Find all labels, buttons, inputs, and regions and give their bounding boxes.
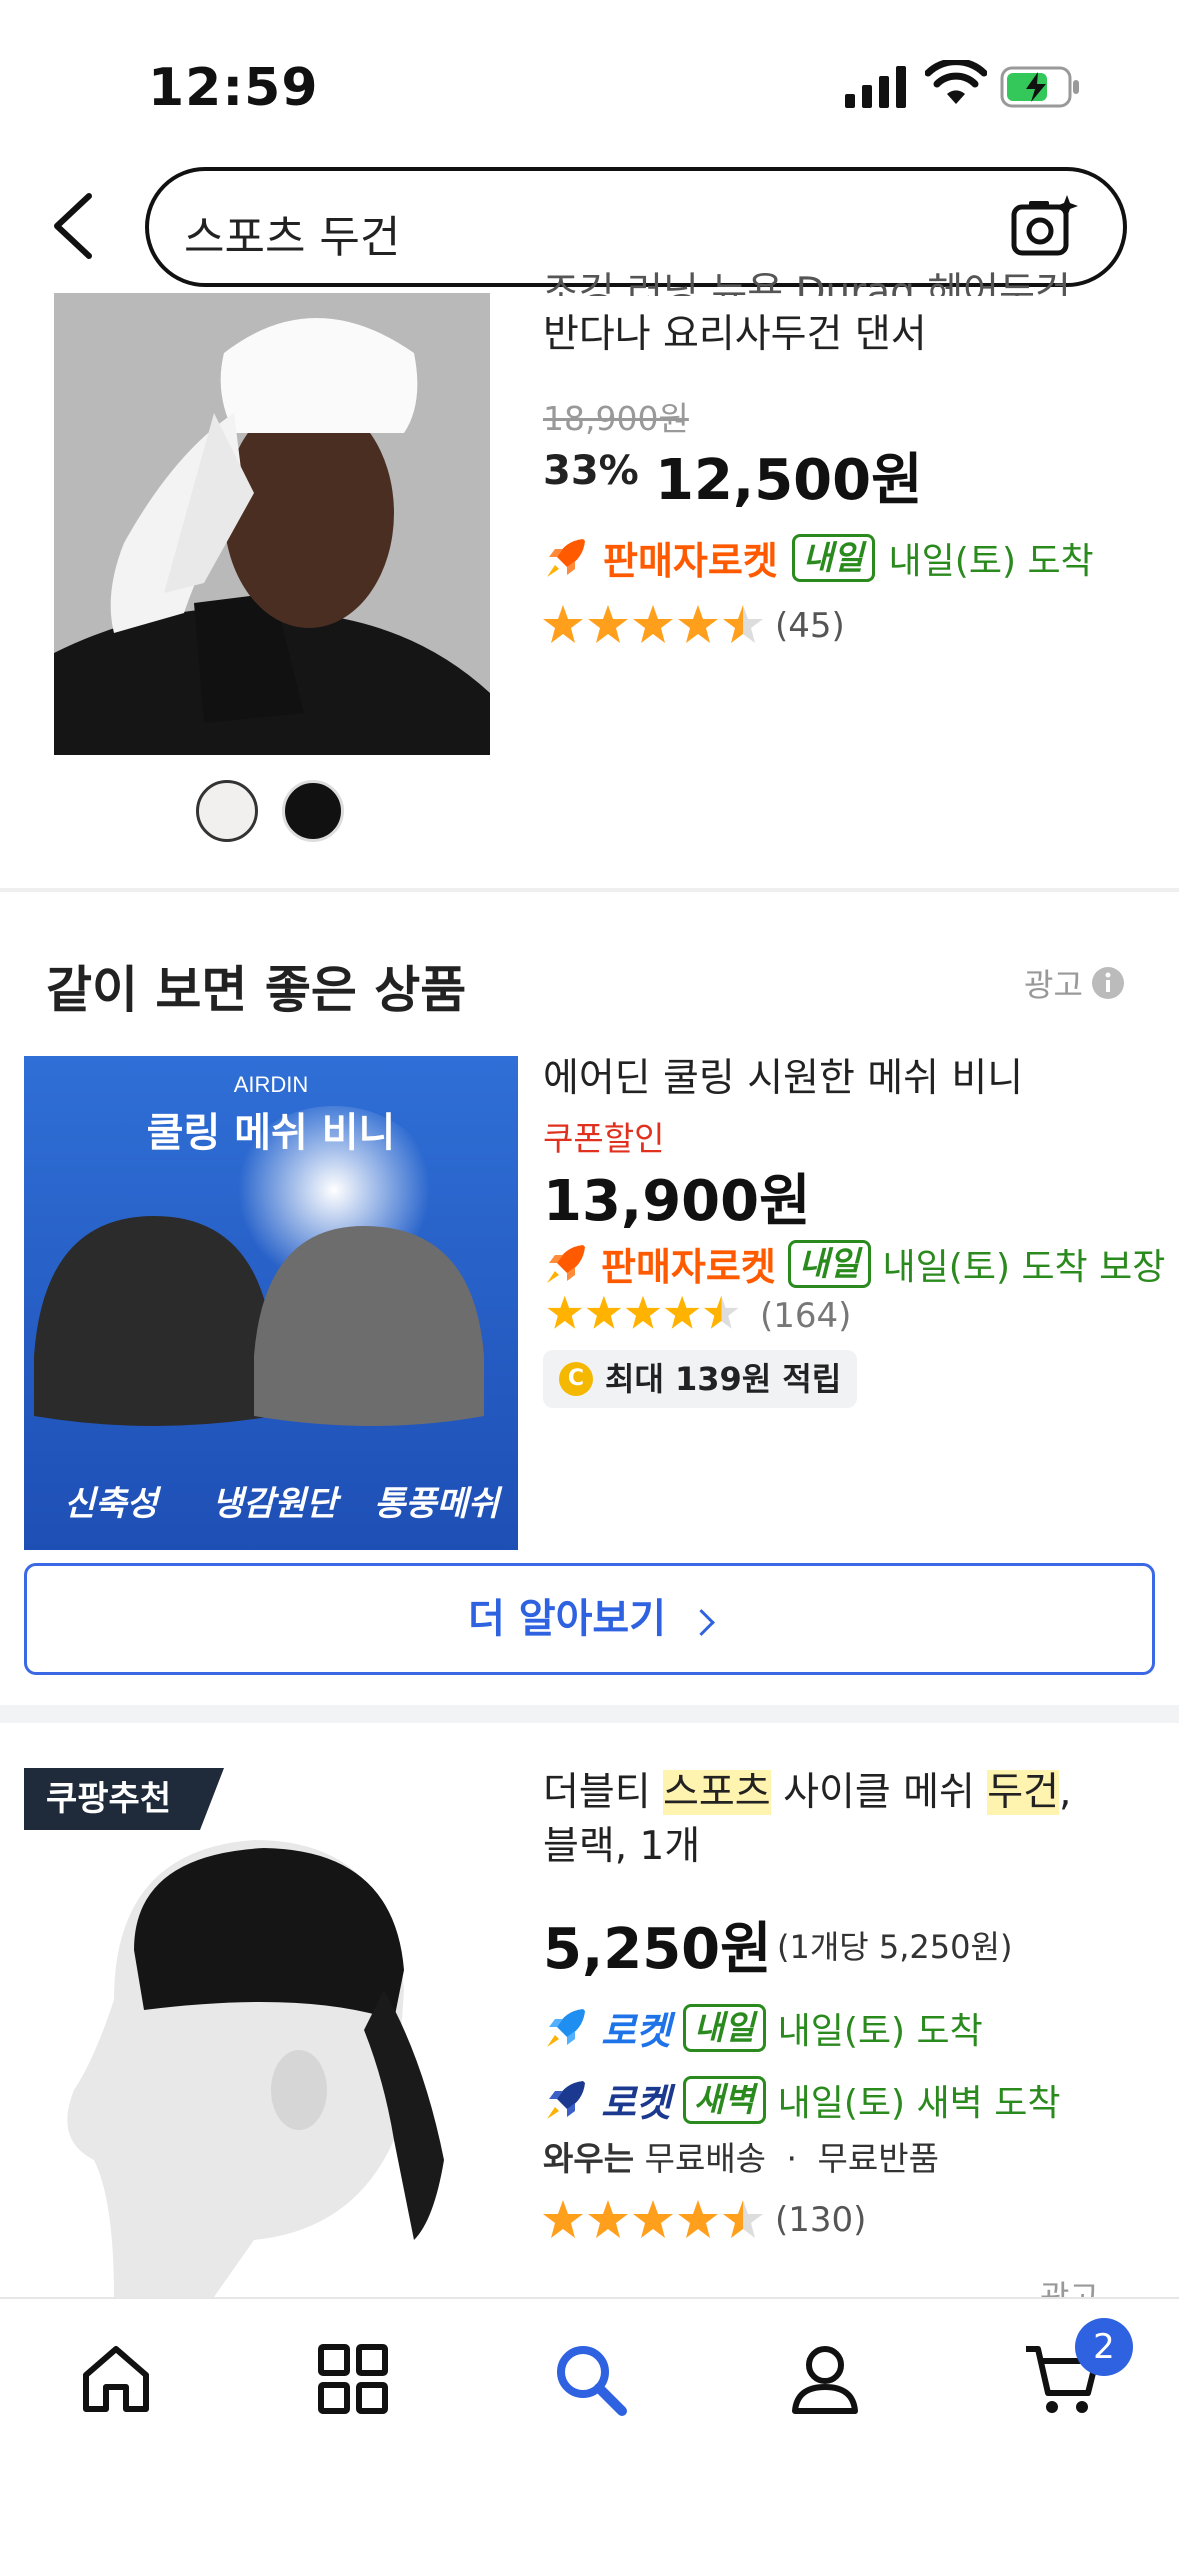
info-icon [1091,967,1124,999]
color-swatch-black[interactable] [282,780,344,842]
seller-rocket-label: 판매자로켓 [603,539,778,583]
free-shipping: 무료배송 [644,2139,767,2178]
star-rating-icon [543,605,763,643]
section-divider [0,888,1179,892]
product-image[interactable] [54,293,490,755]
original-price: 18,900원 [543,399,689,438]
dawn-badge: 새벽 [682,2075,766,2124]
ad-rating-stars [543,1294,743,1338]
review-count: (45) [775,606,845,646]
learn-more-label: 더 알아보기 [468,1596,666,1642]
ad-image-feature-3: 통풍메쉬 [374,1484,500,1524]
rocket-delivery-text: 내일(토) 도착 [777,2010,983,2052]
learn-more-button[interactable]: 더 알아보기 [24,1563,1155,1675]
category-icon[interactable] [313,2339,393,2419]
ad-image-title: 쿨링 메쉬 비니 [146,1110,396,1156]
ad-seller-rocket-row: 판매자로켓 내일 내일(토) 도착 보장 [543,1236,1165,1291]
recommended-rating-stars [543,2198,763,2248]
seller-rocket-row: 판매자로켓 내일 내일(토) 도착 [543,530,1094,585]
wifi-icon [925,60,987,104]
title-highlight: 스포츠 [663,1770,771,1815]
cart-badge: 2 [1075,2318,1133,2376]
delivery-text: 내일(토) 도착 [888,540,1094,582]
star-rating-icon [543,2200,763,2238]
rocket-dawn-icon [547,2080,585,2119]
ad-tomorrow-badge: 내일 [787,1239,871,1288]
free-return: 무료반품 [817,2139,939,2178]
title-part: 더블티 [543,1770,664,1815]
recommended-product-title[interactable]: 더블티 스포츠 사이클 메쉬 두건, [543,1766,1071,1820]
ad-label-2[interactable]: 광고 [1040,2272,1099,2297]
coupang-recommend-badge: 쿠팡추천 [24,1768,224,1830]
rating-stars [543,603,763,653]
tomorrow-badge: 내일 [791,533,875,582]
recommended-product-title-line2[interactable]: 블랙, 1개 [543,1820,700,1874]
ad-label[interactable]: 광고 [1024,960,1125,1006]
wow-benefits: 와우는 무료배송 · 무료반품 [543,2132,939,2180]
wow-label: 와우는 [543,2139,635,2178]
rocket-icon [547,538,585,577]
bottom-nav [0,2297,1179,2558]
ad-label-text: 광고 [1024,966,1083,1004]
rocket-icon [547,2008,585,2047]
ad-image-feature-1: 신축성 [64,1484,158,1524]
recommended-review-count: (130) [775,2200,867,2240]
ad-delivery-text: 내일(토) 도착 보장 [882,1246,1166,1288]
coupon-label: 쿠폰할인 [543,1119,665,1158]
star-rating-icon [547,1295,739,1329]
coin-icon: C [559,1362,593,1396]
title-part: 사이클 메쉬 [770,1770,988,1815]
search-query: 스포츠 두건 [184,212,401,263]
home-icon[interactable] [76,2339,156,2419]
product-title[interactable]: 반다나 요리사두건 댄서 [543,308,927,362]
rocket-label: 로켓 [601,2009,671,2053]
back-icon[interactable] [45,190,101,262]
ad-seller-rocket-label: 판매자로켓 [601,1245,776,1289]
recommend-badge-text: 쿠팡추천 [46,1779,172,1819]
title-part: , [1059,1770,1072,1815]
section-divider-2 [0,1705,1179,1723]
ad-review-count: (164) [760,1296,852,1336]
ad-price: 13,900원 [543,1169,811,1234]
image-search-icon[interactable] [1009,193,1079,263]
my-page-icon[interactable] [785,2339,865,2419]
recommended-price: 5,250원 [543,1917,772,1982]
product-photo-durag [54,293,490,755]
mannequin-durag-photo [67,1840,444,2297]
rocket-tomorrow-badge: 내일 [682,2003,766,2052]
dot-separator: · [786,2139,798,2178]
search-icon[interactable] [550,2339,630,2419]
signal-icon [845,66,906,108]
ad-image-feature-2: 냉감원단 [212,1484,338,1524]
rocket-delivery-row: 로켓 내일 내일(토) 도착 [543,2000,983,2055]
cashback-text: 최대 139원 적립 [605,1360,842,1398]
chevron-right-icon [688,1609,715,1636]
dawn-delivery-text: 내일(토) 새벽 도착 [777,2082,1061,2124]
recommended-product-image[interactable] [54,1760,490,2297]
ad-product-title[interactable]: 에어딘 쿨링 시원한 메쉬 비니 [543,1052,1023,1106]
ad-product-image[interactable]: AIRDIN 쿨링 메쉬 비니 신축성 냉감원단 통풍메쉬 [24,1056,518,1550]
rocket-icon [547,1244,585,1283]
rocket-dawn-row: 로켓 새벽 내일(토) 새벽 도착 [543,2072,1060,2127]
battery-icon [1000,66,1079,108]
title-highlight: 두건 [987,1770,1060,1815]
product-title-partial[interactable]: 조깅 러닝 뉴욕 Durag 헤어두건 [543,258,1071,296]
unit-price: (1개당 5,250원) [777,1928,1013,1966]
rocket-dawn-label: 로켓 [601,2081,671,2125]
cashback-chip: C 최대 139원 적립 [543,1350,858,1408]
ad-image-brand: AIRDIN [233,1072,309,1097]
color-swatch-white[interactable] [196,780,258,842]
section-title: 같이 보면 좋은 상품 [46,961,467,1019]
status-time: 12:59 [148,58,319,118]
discount-rate: 33% [543,448,639,494]
price: 12,500원 [655,448,923,513]
